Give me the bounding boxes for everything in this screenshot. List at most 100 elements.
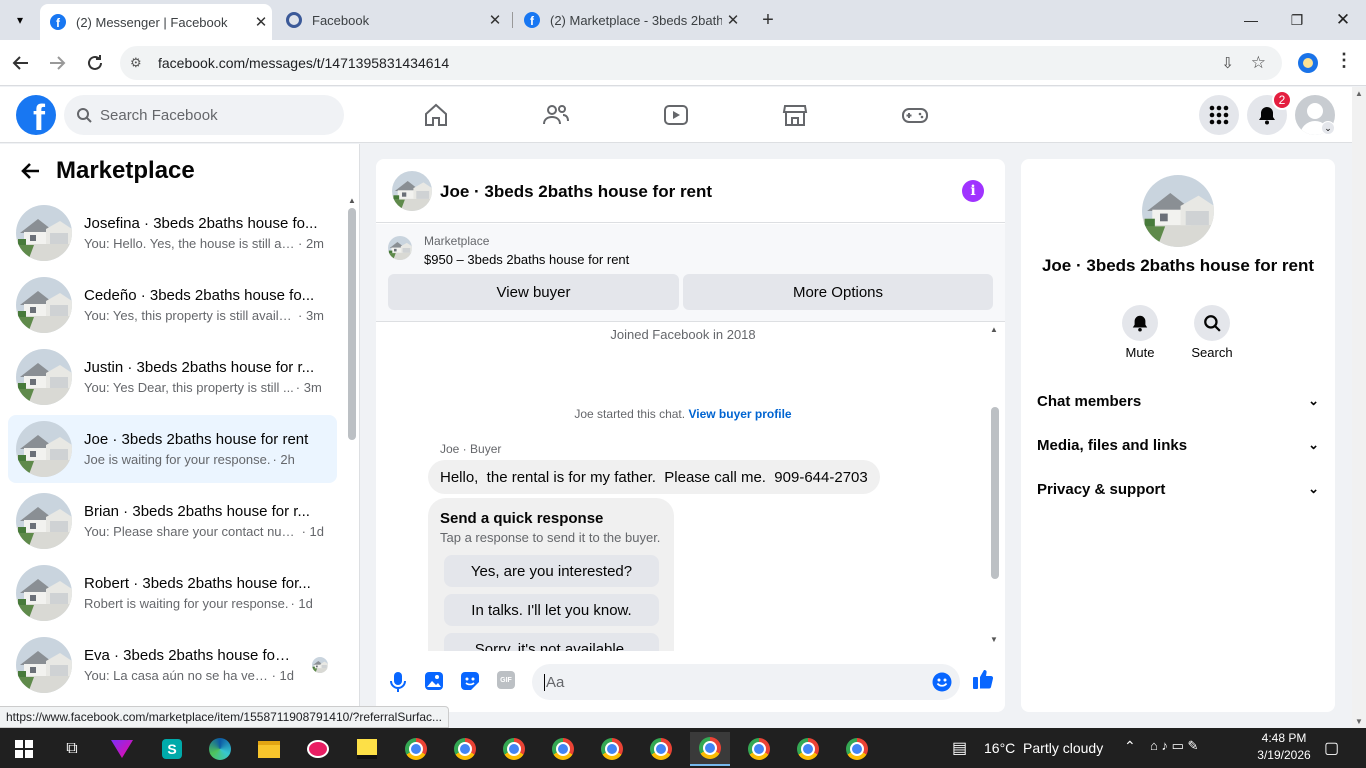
facebook-search[interactable]: Search Facebook — [64, 95, 344, 135]
tab-title: (2) Messenger | Facebook — [76, 14, 228, 30]
mute-bell-icon[interactable] — [1122, 305, 1158, 341]
chrome-profile-icon[interactable] — [739, 732, 779, 766]
chevron-down-icon: ⌄ — [1308, 393, 1319, 408]
section-privacy-support[interactable]: Privacy & support ⌄ — [1037, 477, 1319, 501]
tab-messenger[interactable]: f (2) Messenger | Facebook ✕ — [40, 4, 272, 40]
view-buyer-profile-link[interactable]: View buyer profile — [688, 407, 791, 421]
conversation-info-icon[interactable]: i — [962, 180, 984, 202]
install-app-icon[interactable]: ⇩ — [1221, 54, 1234, 72]
thread-scroll-down-icon[interactable]: ▼ — [990, 635, 998, 644]
chrome-profile-icon[interactable] — [543, 732, 583, 766]
weather-text[interactable]: 16°C Partly cloudy — [984, 740, 1103, 756]
task-view-icon[interactable]: ⧉ — [52, 732, 92, 766]
list-scroll-up-icon[interactable]: ▲ — [348, 196, 356, 205]
chrome-profile-icon[interactable] — [445, 732, 485, 766]
microphone-icon[interactable] — [388, 671, 408, 693]
page-scrollbar[interactable]: ▲ ▼ — [1352, 87, 1366, 728]
gif-icon[interactable]: GIF — [497, 671, 515, 689]
contact-avatar[interactable] — [1142, 175, 1214, 247]
bookmark-star-icon[interactable]: ☆ — [1251, 53, 1266, 73]
view-buyer-button[interactable]: View buyer — [388, 274, 679, 310]
chrome-profile-icon[interactable] — [641, 732, 681, 766]
window-close-icon[interactable]: ✕ — [1320, 0, 1366, 40]
restore-icon[interactable]: ❐ — [1274, 0, 1320, 40]
new-tab-plus-icon[interactable]: + — [756, 8, 780, 32]
url-text: facebook.com/messages/t/1471395831434614 — [158, 55, 450, 71]
link-status-bubble: https://www.facebook.com/marketplace/ite… — [0, 706, 450, 728]
listing-thumbnail[interactable] — [388, 236, 412, 260]
sticky-notes-icon[interactable] — [347, 732, 387, 766]
search-conversation-icon[interactable] — [1194, 305, 1230, 341]
thread-scrollbar-thumb[interactable] — [991, 407, 999, 579]
tab-search-icon[interactable]: ▾ — [8, 10, 32, 30]
home-icon[interactable] — [420, 99, 452, 131]
account-chevron-icon[interactable]: ⌄ — [1321, 121, 1335, 135]
message-input[interactable]: Aa — [532, 664, 960, 700]
more-options-button[interactable]: More Options — [683, 274, 993, 310]
menu-grid-icon[interactable] — [1199, 95, 1239, 135]
tray-chevron-icon[interactable]: ⌃ — [1124, 738, 1136, 755]
thumbs-up-icon[interactable] — [972, 668, 994, 690]
back-arrow-icon[interactable] — [10, 52, 32, 74]
close-tab-icon[interactable]: ✕ — [722, 11, 744, 29]
back-arrow-icon[interactable] — [20, 160, 44, 184]
conversation-item[interactable]: Josefina · 3beds 2baths house fo... You: … — [8, 199, 337, 267]
weather-icon[interactable]: ▤ — [952, 738, 967, 758]
chrome-profile-icon[interactable] — [592, 732, 632, 766]
close-tab-icon[interactable]: ✕ — [484, 11, 506, 29]
tray-icons[interactable]: ⌂ ♪ ▭ ✎ — [1150, 738, 1198, 754]
windows-start-icon[interactable] — [4, 732, 44, 766]
chrome-active-icon[interactable] — [690, 732, 730, 766]
thread-scroll-up-icon[interactable]: ▲ — [990, 325, 998, 334]
clock-time[interactable]: 4:48 PM — [1252, 731, 1316, 745]
list-scrollbar-thumb[interactable] — [348, 208, 356, 440]
emoji-icon[interactable] — [932, 672, 952, 692]
app-icon[interactable] — [102, 732, 142, 766]
app-icon[interactable] — [298, 732, 338, 766]
minimize-icon[interactable]: — — [1228, 0, 1274, 40]
tab-marketplace[interactable]: f (2) Marketplace - 3beds 2baths ✕ — [518, 0, 744, 40]
conversation-item[interactable]: Justin · 3beds 2baths house for r... You:… — [8, 343, 337, 411]
address-bar[interactable]: ⚙ facebook.com/messages/t/14713958314346… — [120, 46, 1282, 80]
reload-icon[interactable] — [84, 52, 106, 74]
watch-video-icon[interactable] — [660, 99, 692, 131]
profile-icon[interactable] — [1298, 53, 1318, 73]
quick-response-subtitle: Tap a response to send it to the buyer. — [440, 530, 661, 545]
chat-avatar[interactable] — [392, 171, 432, 211]
file-explorer-icon[interactable] — [249, 732, 289, 766]
conversation-item[interactable]: Joe · 3beds 2baths house for rent Joe is … — [8, 415, 337, 483]
message-bubble[interactable]: Hello, the rental is for my father. Plea… — [428, 460, 880, 494]
notification-center-icon[interactable]: ▢ — [1324, 738, 1339, 758]
facebook-logo-icon[interactable]: f — [16, 95, 56, 135]
marketplace-icon[interactable] — [779, 99, 811, 131]
quick-response-option[interactable]: Sorry, it's not available. — [444, 633, 659, 651]
chrome-profile-icon[interactable] — [837, 732, 877, 766]
section-media-files[interactable]: Media, files and links ⌄ — [1037, 433, 1319, 457]
gaming-icon[interactable] — [899, 99, 931, 131]
section-chat-members[interactable]: Chat members ⌄ — [1037, 389, 1319, 413]
attach-photo-icon[interactable] — [424, 671, 444, 691]
conversation-item[interactable]: Cedeño · 3beds 2baths house fo... You: Ye… — [8, 271, 337, 339]
tab-facebook[interactable]: Facebook ✕ — [280, 0, 506, 40]
chrome-profile-icon[interactable] — [494, 732, 534, 766]
friends-icon[interactable] — [540, 99, 572, 131]
conversation-item[interactable]: Brian · 3beds 2baths house for r... You: … — [8, 487, 337, 555]
app-icon[interactable]: S — [152, 732, 192, 766]
site-info-icon[interactable]: ⚙ — [130, 55, 150, 71]
listing-text[interactable]: $950 – 3beds 2baths house for rent — [424, 252, 629, 267]
quick-response-option[interactable]: In talks. I'll let you know. — [444, 594, 659, 626]
marketplace-conversations: Marketplace Josefina · 3beds 2baths hous… — [0, 144, 360, 706]
chrome-icon[interactable] — [396, 732, 436, 766]
chat-title[interactable]: Joe · 3beds 2baths house for rent — [440, 182, 712, 202]
forward-arrow-icon[interactable] — [46, 52, 68, 74]
conversation-name: Brian · 3beds 2baths house for r... — [84, 503, 310, 520]
chrome-menu-icon[interactable]: ⋮ — [1334, 50, 1354, 74]
chrome-profile-icon[interactable] — [788, 732, 828, 766]
edge-browser-icon[interactable] — [200, 732, 240, 766]
clock-date[interactable]: 3/19/2026 — [1252, 748, 1316, 762]
conversation-item[interactable]: Robert · 3beds 2baths house for... Robert… — [8, 559, 337, 627]
sticker-icon[interactable] — [460, 671, 480, 691]
quick-response-option[interactable]: Yes, are you interested? — [444, 555, 659, 587]
conversation-item[interactable]: Eva · 3beds 2baths house for r... You: La… — [8, 631, 337, 699]
close-tab-icon[interactable]: ✕ — [250, 13, 272, 31]
